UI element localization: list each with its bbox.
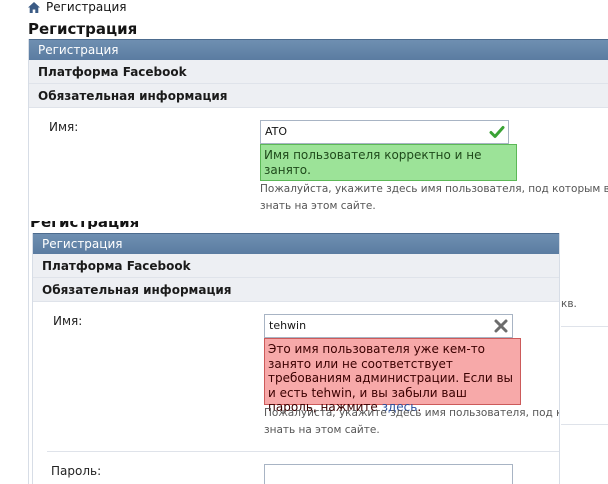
home-icon[interactable] bbox=[28, 1, 40, 13]
breadcrumb-link-registration[interactable]: Регистрация bbox=[46, 1, 126, 13]
name-hint-line2: знать на этом сайте. bbox=[264, 424, 380, 436]
name-input[interactable]: ATO bbox=[260, 120, 509, 144]
name-input-value: ATO bbox=[265, 125, 288, 138]
section-required-info: Обязательная информация bbox=[29, 84, 608, 108]
name-hint-line1: Пожалуйста, укажите здесь имя пользовате… bbox=[264, 407, 560, 419]
page-title: Регистрация bbox=[28, 20, 138, 38]
username-taken-message: Это имя пользователя уже кем-то занято и… bbox=[264, 338, 521, 414]
name-input[interactable]: tehwin bbox=[264, 314, 513, 338]
field-divider bbox=[47, 451, 559, 452]
name-label: Имя: bbox=[49, 120, 79, 134]
panel-title-bar: Регистрация bbox=[33, 233, 559, 254]
panel-title-bar: Регистрация bbox=[29, 39, 608, 60]
checkmark-icon bbox=[489, 126, 505, 138]
password-input[interactable] bbox=[264, 464, 513, 484]
breadcrumb: Регистрация bbox=[28, 0, 126, 14]
section-facebook-platform: Платформа Facebook bbox=[33, 254, 559, 278]
section-facebook-platform: Платформа Facebook bbox=[29, 60, 608, 84]
hint-fragment: кв. bbox=[561, 298, 577, 310]
name-hint-line1: Пожалуйста, укажите здесь имя пользовате… bbox=[260, 183, 608, 195]
page-title-duplicate: Регистрация bbox=[30, 221, 230, 229]
name-input-value: tehwin bbox=[269, 319, 307, 332]
section-required-info: Обязательная информация bbox=[33, 278, 559, 302]
password-label: Пароль: bbox=[51, 464, 102, 478]
divider bbox=[561, 326, 608, 327]
name-hint-line2: знать на этом сайте. bbox=[260, 200, 376, 212]
clear-x-icon[interactable] bbox=[493, 318, 509, 334]
divider bbox=[561, 424, 608, 425]
name-label: Имя: bbox=[53, 314, 83, 328]
registration-panel-front: Регистрация Платформа Facebook Обязатель… bbox=[32, 233, 560, 484]
username-available-message: Имя пользователя корректно и не занято. bbox=[260, 144, 517, 181]
